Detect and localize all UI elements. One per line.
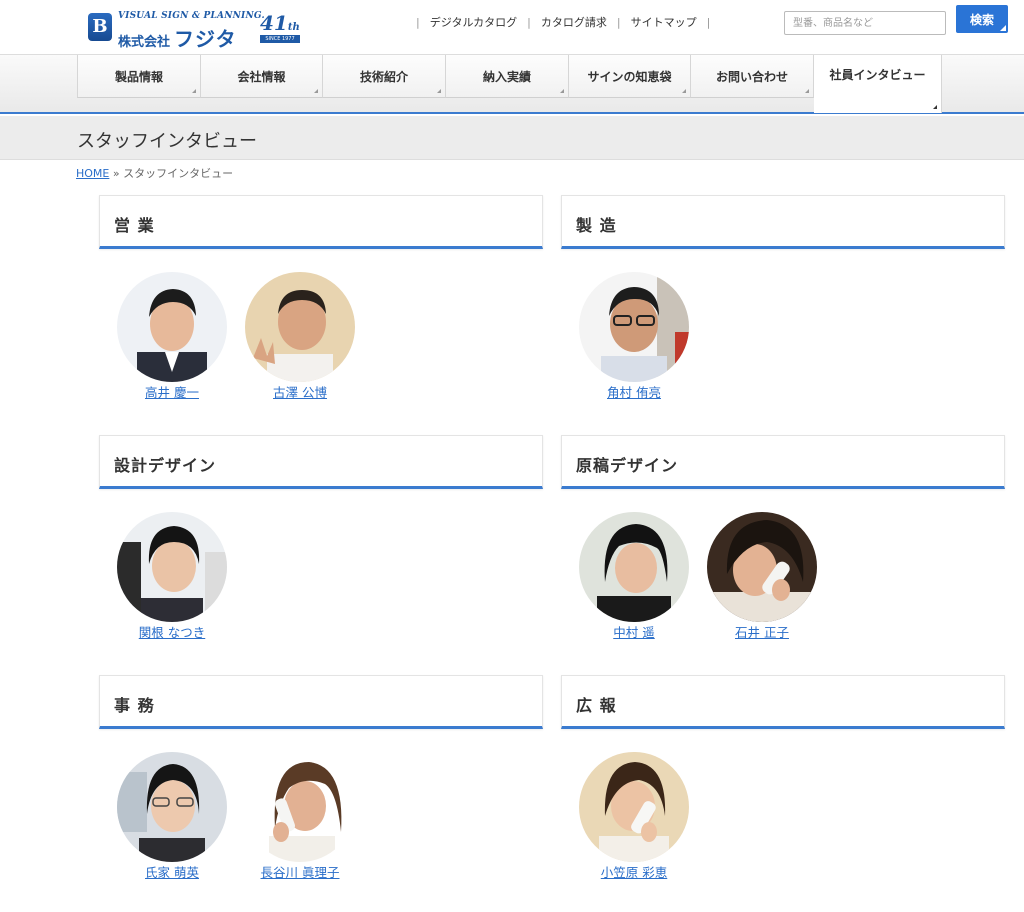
- section-header: 原稿デザイン: [561, 435, 1005, 489]
- staff-card-hasegawa: 長谷川 眞理子: [245, 752, 355, 881]
- section-title: 設計デザイン: [114, 456, 217, 475]
- link-sitemap[interactable]: サイトマップ: [631, 14, 697, 30]
- section-header: 広 報: [561, 675, 1005, 729]
- anniversary-badge: 41th SINCE 1977: [254, 11, 304, 47]
- nav-staff-interview[interactable]: 社員インタビュー: [814, 55, 942, 113]
- global-nav-bar: 製品情報 会社情報 技術紹介 納入実績 サインの知恵袋 お問い合わせ 社員インタ…: [0, 54, 1024, 114]
- staff-photo[interactable]: [245, 272, 355, 382]
- section-header: 設計デザイン: [99, 435, 543, 489]
- staff-card-nakamura: 中村 遥: [579, 512, 689, 641]
- section-design-engineering: 設計デザイン: [99, 435, 543, 489]
- staff-name-link[interactable]: 古澤 公博: [273, 382, 327, 401]
- logo-company-name: 株式会社 フジタ: [118, 23, 237, 52]
- staff-photo[interactable]: [117, 272, 227, 382]
- logo-company-type: 株式会社: [118, 35, 171, 50]
- link-digital-catalog[interactable]: デジタルカタログ: [430, 14, 517, 30]
- company-logo[interactable]: B VISUAL SIGN & PLANNING. 株式会社 フジタ 41th S…: [88, 9, 308, 52]
- section-title: 広 報: [576, 696, 617, 715]
- anniversary-since: SINCE 1977: [260, 35, 300, 43]
- page-title-bar: スタッフインタビュー: [0, 116, 1024, 160]
- staff-card-ogasawara: 小笠原 彩恵: [579, 752, 689, 881]
- staff-photo[interactable]: [117, 752, 227, 862]
- link-catalog-request[interactable]: カタログ請求: [541, 14, 607, 30]
- nav-contact[interactable]: お問い合わせ: [691, 55, 814, 98]
- section-sales: 営 業: [99, 195, 543, 249]
- global-nav: 製品情報 会社情報 技術紹介 納入実績 サインの知恵袋 お問い合わせ 社員インタ…: [77, 55, 942, 113]
- staff-name-link[interactable]: 高井 慶一: [145, 382, 199, 401]
- logo-badge: B: [88, 13, 112, 41]
- nav-products[interactable]: 製品情報: [77, 55, 201, 98]
- staff-card-ujiie: 氏家 萌英: [117, 752, 227, 881]
- staff-name-link[interactable]: 中村 遥: [613, 622, 654, 641]
- header-links: | デジタルカタログ | カタログ請求 | サイトマップ |: [416, 14, 711, 30]
- nav-company[interactable]: 会社情報: [201, 55, 323, 98]
- staff-name-link[interactable]: 石井 正子: [735, 622, 789, 641]
- staff-card-kadomura: 角村 侑亮: [579, 272, 689, 401]
- staff-name-link[interactable]: 長谷川 眞理子: [261, 862, 340, 881]
- section-title: 原稿デザイン: [576, 456, 679, 475]
- staff-photo[interactable]: [245, 752, 355, 862]
- staff-name-link[interactable]: 氏家 萌英: [145, 862, 199, 881]
- breadcrumb-current: スタッフインタビュー: [123, 167, 234, 180]
- staff-name-link[interactable]: 小笠原 彩恵: [601, 862, 667, 881]
- site-header: B VISUAL SIGN & PLANNING. 株式会社 フジタ 41th S…: [0, 0, 1024, 54]
- section-manufacturing: 製 造: [561, 195, 1005, 249]
- breadcrumb-home[interactable]: HOME: [76, 167, 109, 180]
- staff-photo[interactable]: [117, 512, 227, 622]
- staff-photo[interactable]: [579, 272, 689, 382]
- logo-tagline: VISUAL SIGN & PLANNING.: [118, 11, 265, 21]
- staff-photo[interactable]: [579, 752, 689, 862]
- section-header: 事 務: [99, 675, 543, 729]
- nav-delivery-record[interactable]: 納入実績: [446, 55, 569, 98]
- staff-card-sekine: 関根 なつき: [117, 512, 227, 641]
- staff-name-link[interactable]: 関根 なつき: [139, 622, 205, 641]
- section-public-relations: 広 報: [561, 675, 1005, 729]
- section-artwork-design: 原稿デザイン: [561, 435, 1005, 489]
- staff-photo[interactable]: [707, 512, 817, 622]
- section-office: 事 務: [99, 675, 543, 729]
- logo-name: フジタ: [174, 27, 237, 51]
- breadcrumb-separator: »: [112, 167, 120, 180]
- page-title: スタッフインタビュー: [77, 131, 257, 152]
- staff-card-furusawa: 古澤 公博: [245, 272, 355, 401]
- section-header: 製 造: [561, 195, 1005, 249]
- search-button[interactable]: 検索: [956, 5, 1008, 33]
- staff-photo[interactable]: [579, 512, 689, 622]
- nav-sign-tips[interactable]: サインの知恵袋: [569, 55, 691, 98]
- section-header: 営 業: [99, 195, 543, 249]
- search-input[interactable]: [784, 11, 946, 35]
- breadcrumb: HOME » スタッフインタビュー: [76, 165, 233, 181]
- section-title: 製 造: [576, 216, 617, 235]
- section-title: 事 務: [114, 696, 155, 715]
- staff-card-takai: 高井 慶一: [117, 272, 227, 401]
- staff-card-ishii: 石井 正子: [707, 512, 817, 641]
- section-title: 営 業: [114, 216, 155, 235]
- nav-technology[interactable]: 技術紹介: [323, 55, 446, 98]
- anniversary-number: 41th: [260, 11, 300, 35]
- staff-name-link[interactable]: 角村 侑亮: [607, 382, 661, 401]
